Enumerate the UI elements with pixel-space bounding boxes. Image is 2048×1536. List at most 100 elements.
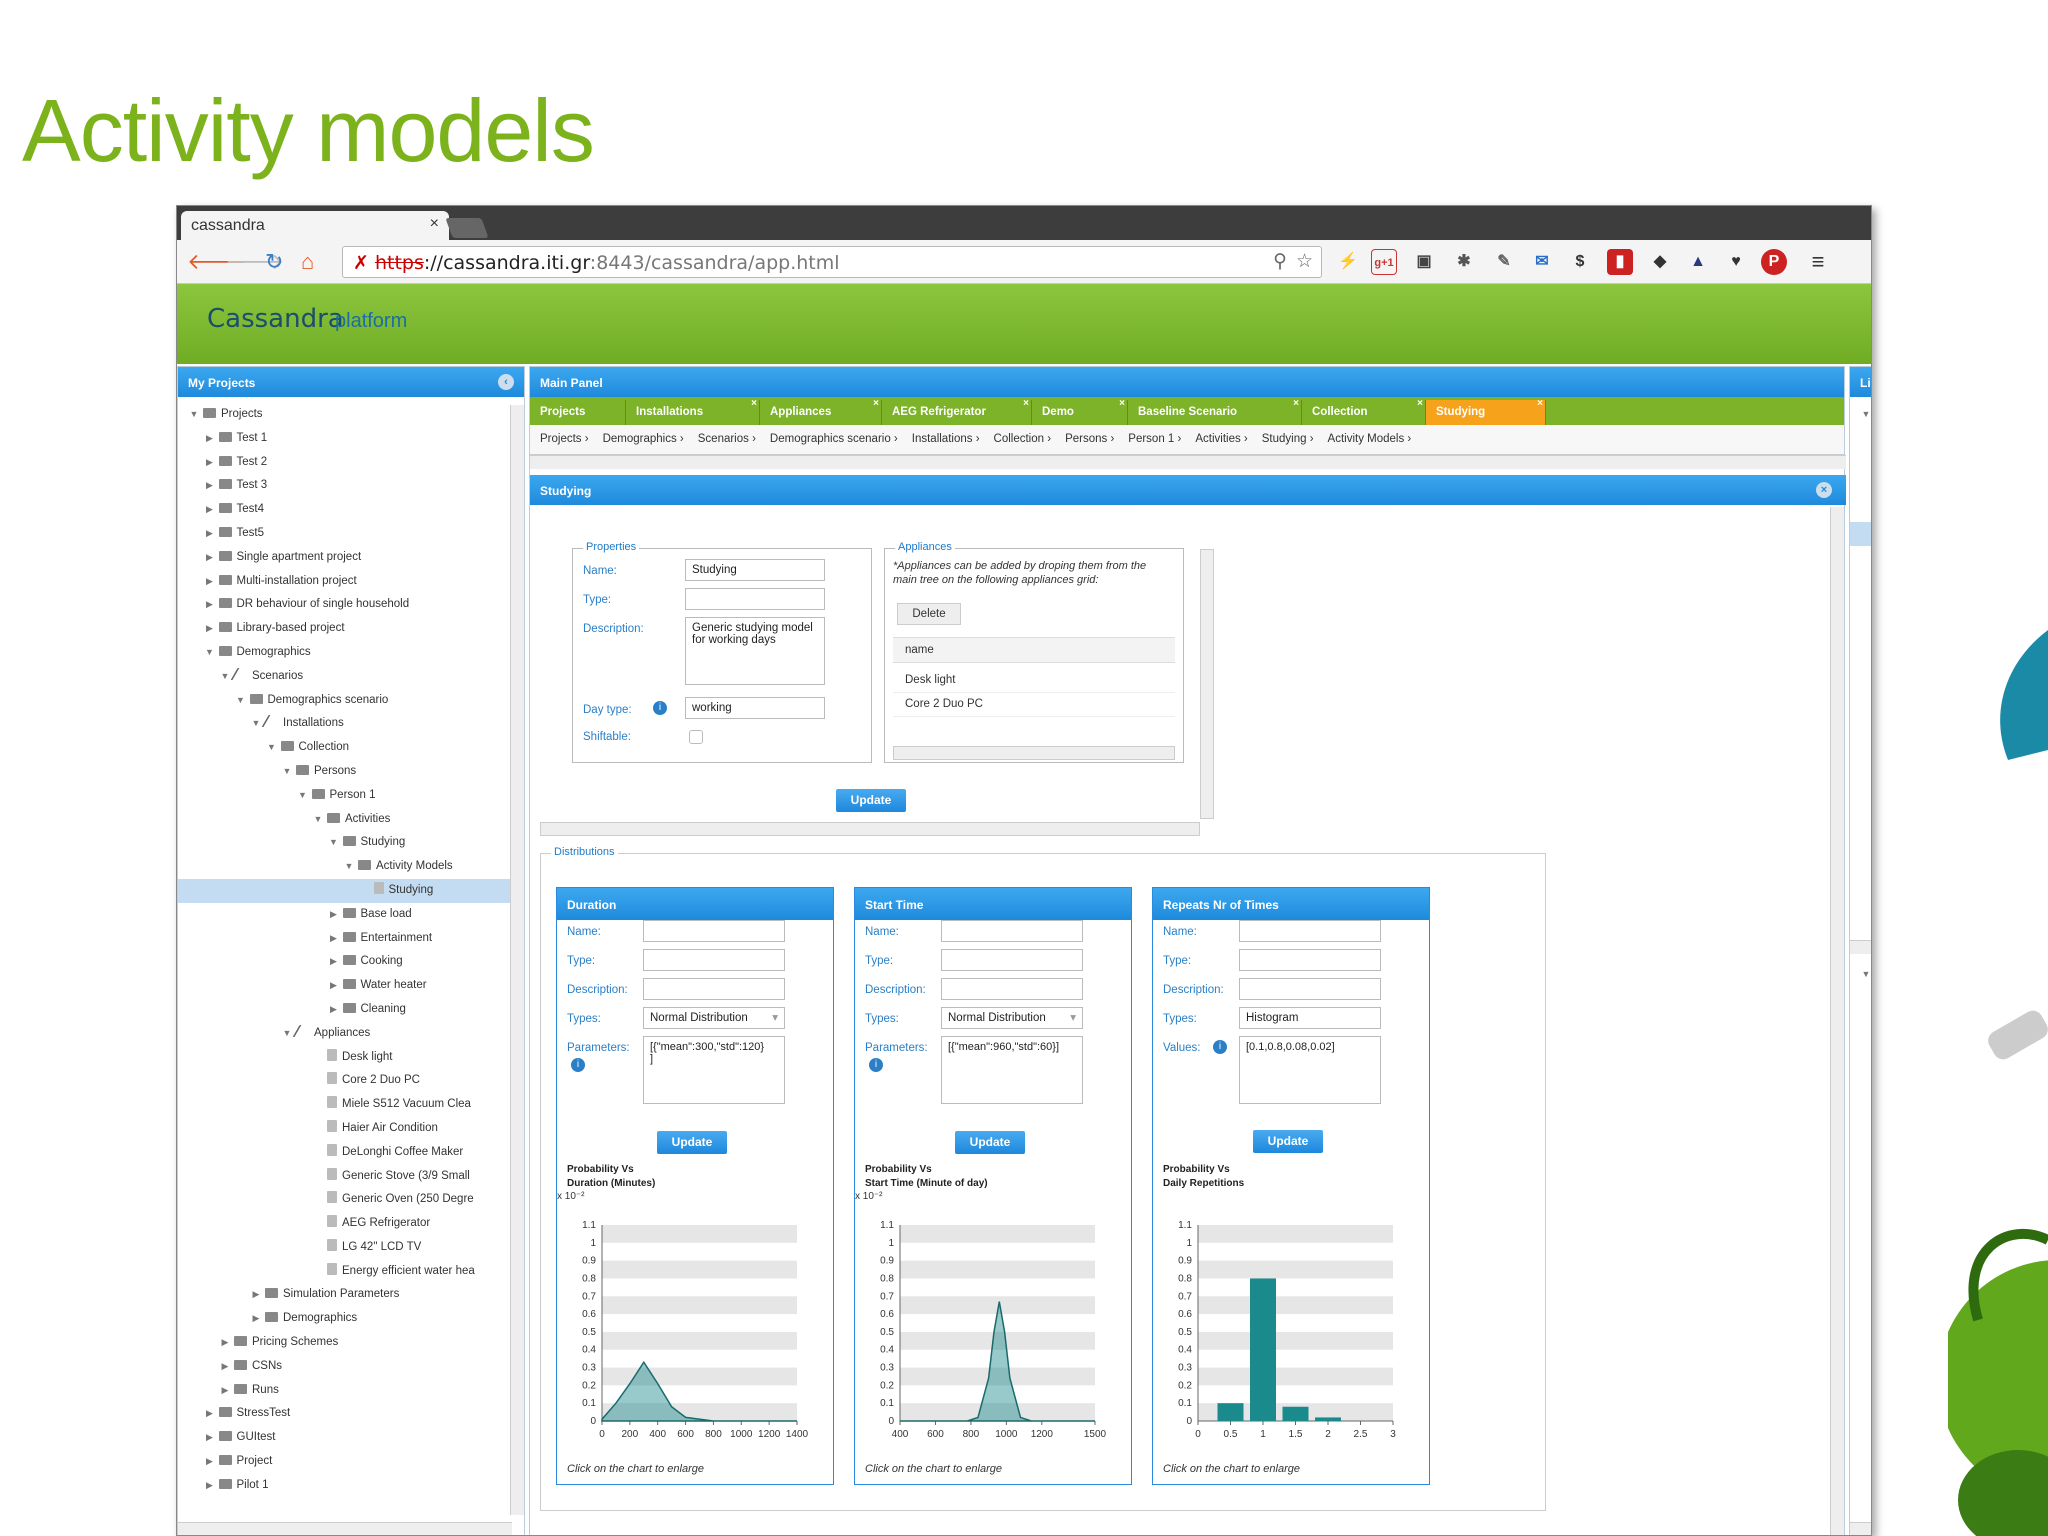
update-button[interactable]: Update <box>955 1131 1025 1154</box>
tree-item[interactable]: ▼ Installations <box>178 712 524 736</box>
collapse-arrow-icon[interactable]: ▼ <box>343 855 355 879</box>
horizontal-scrollbar[interactable] <box>1850 1522 1871 1535</box>
tree-item[interactable]: ▶ Test 1 <box>178 427 524 451</box>
expand-arrow-icon[interactable]: ▶ <box>204 546 216 570</box>
expand-arrow-icon[interactable]: ▶ <box>204 1426 216 1450</box>
main-tab[interactable]: AEG Refrigerator × <box>882 398 1032 425</box>
expand-arrow-icon[interactable]: ▶ <box>204 474 216 498</box>
tree-item[interactable]: ▶ Library-based project <box>178 617 524 641</box>
new-tab-button[interactable] <box>445 218 489 238</box>
horizontal-scrollbar[interactable] <box>178 1522 512 1535</box>
tree-item[interactable]: ▶ StressTest <box>178 1402 524 1426</box>
close-tab-icon[interactable]: × <box>430 215 439 233</box>
close-tab-icon[interactable]: × <box>1537 398 1543 409</box>
types-select[interactable]: Histogram <box>1239 1007 1381 1029</box>
expand-arrow-icon[interactable]: ▶ <box>204 427 216 451</box>
tree-item[interactable]: ▶TestLibraryInstallatio <box>1850 641 1871 665</box>
tree-item[interactable]: ▶Appliances <box>1850 760 1871 784</box>
expand-arrow-icon[interactable]: ▶ <box>219 1331 231 1355</box>
tree-item[interactable]: Generic LCD TV <box>1850 1463 1871 1487</box>
main-tab[interactable]: Appliances × <box>760 398 882 425</box>
breadcrumb-item[interactable]: Projects › <box>540 433 589 445</box>
collapse-arrow-icon[interactable]: ▼ <box>328 831 340 855</box>
collapse-arrow-icon[interactable]: ▼ <box>1860 403 1871 427</box>
tree-item[interactable]: ▶Apartment 1 <box>1850 474 1871 498</box>
tree-item[interactable]: Philips CRT TV <box>1850 1320 1871 1344</box>
google-plus-icon[interactable]: g+1 <box>1371 249 1397 275</box>
collapse-arrow-icon[interactable]: ▼ <box>281 760 293 784</box>
tree-item[interactable]: ▶ Simulation Parameters <box>178 1283 524 1307</box>
tree-item[interactable]: Studying <box>178 878 524 903</box>
expand-arrow-icon[interactable]: ▶ <box>328 927 340 951</box>
main-tab[interactable]: Projects <box>530 400 626 425</box>
bookmark-icon[interactable]: ▮ <box>1607 249 1633 275</box>
shiftable-checkbox[interactable] <box>689 730 703 744</box>
collapse-arrow-icon[interactable]: ▼ <box>188 403 200 427</box>
collapse-arrow-icon[interactable]: ▼ <box>297 784 309 808</box>
tree-item[interactable]: ▶Activity Models <box>1850 1034 1871 1058</box>
close-tab-icon[interactable]: × <box>1119 398 1125 409</box>
chart[interactable]: 0 0.1 0.2 0.3 0.4 0.5 0.6 0.7 0.8 0.9 1 1.1 0 0.5 1 1.5… <box>1153 1203 1423 1453</box>
tree-item[interactable]: ▶ Runs <box>178 1379 524 1403</box>
browser-tab[interactable]: cassandra × <box>181 211 449 240</box>
expand-arrow-icon[interactable]: ▶ <box>250 1283 262 1307</box>
tree-item[interactable]: DeLonghi Coffee Maker <box>178 1141 524 1165</box>
tree-item[interactable]: ▶ CSNs <box>178 1355 524 1379</box>
tree-item[interactable]: ▶ Cleaning <box>178 998 524 1022</box>
tree-item[interactable]: Desk light <box>178 1046 524 1070</box>
close-tab-icon[interactable]: × <box>1023 398 1029 409</box>
collapse-arrow-icon[interactable]: ▼ <box>312 808 324 832</box>
tree-item[interactable]: Yamaha Home C <box>1850 1082 1871 1106</box>
tree-item[interactable]: ▶Copy of TestInstalla <box>1850 593 1871 617</box>
address-bar[interactable]: ✗ https://cassandra.iti.gr:8443/cassandr… <box>342 246 1322 278</box>
name-field[interactable] <box>1239 920 1381 942</box>
types-select[interactable]: Normal Distribution ▾ <box>941 1007 1083 1029</box>
type-field[interactable] <box>941 949 1083 971</box>
tree-item[interactable]: Core 2 Duo PC <box>178 1069 524 1093</box>
name-field[interactable] <box>643 920 785 942</box>
tree-item[interactable]: ▶ Multi-installation project <box>178 570 524 594</box>
tree-item[interactable]: ▶ Water heater <box>178 974 524 998</box>
main-tab[interactable]: Installations × <box>626 398 760 425</box>
expand-arrow-icon[interactable]: ▶ <box>328 974 340 998</box>
tree-item[interactable]: ▶Persons <box>1850 1011 1871 1035</box>
reload-icon[interactable]: ↻ <box>265 250 283 274</box>
dollar-icon[interactable]: $ <box>1567 249 1593 275</box>
home-icon[interactable]: ⌂ <box>301 250 314 274</box>
tree-item[interactable]: ▼Appliances <box>1850 1058 1871 1082</box>
tree-item[interactable]: ▶ Pilot 1 <box>178 1474 524 1498</box>
breadcrumb-item[interactable]: Scenarios › <box>698 433 756 445</box>
tree-item[interactable]: Fujitsu Lifebook <box>1850 1201 1871 1225</box>
tree-item[interactable]: ▶HouseholdDemo1Re <box>1850 570 1871 594</box>
expand-arrow-icon[interactable]: ▶ <box>219 1379 231 1403</box>
expand-arrow-icon[interactable]: ▶ <box>204 522 216 546</box>
tree-item[interactable]: ▶HouseholdDemo1 B <box>1850 665 1871 689</box>
image-icon[interactable]: ▲ <box>1685 249 1711 275</box>
vertical-scrollbar[interactable] <box>510 405 524 1515</box>
close-tab-icon[interactable]: × <box>873 398 879 409</box>
desc-field[interactable] <box>1239 978 1381 1000</box>
tree-item[interactable]: Energy efficient water hea <box>178 1260 524 1284</box>
breadcrumb-item[interactable]: Demographics scenario › <box>770 433 898 445</box>
collapse-arrow-icon[interactable]: ▼ <box>250 712 262 736</box>
tree-item[interactable]: ▶Apartment 3 <box>1850 521 1871 546</box>
tree-item[interactable]: ▶ Demographics <box>178 1307 524 1331</box>
info-icon[interactable]: i <box>869 1058 883 1072</box>
tree-item[interactable]: ▶ DR behaviour of single household <box>178 593 524 617</box>
tree-item[interactable]: ▶ Test 2 <box>178 451 524 475</box>
breadcrumb-item[interactable]: Demographics › <box>603 433 684 445</box>
tree-item[interactable]: ▶ Test4 <box>178 498 524 522</box>
tree-item[interactable]: ▼ Studying <box>178 831 524 855</box>
main-tab[interactable]: Collection × <box>1302 398 1426 425</box>
bookmark-star-icon[interactable]: ☆ <box>1296 250 1313 272</box>
expand-arrow-icon[interactable]: ▶ <box>204 1450 216 1474</box>
tree-item[interactable]: ▶Apartment 2 <box>1850 498 1871 522</box>
delete-button[interactable]: Delete <box>897 603 961 625</box>
tree-item[interactable]: LG 42" LCD TV <box>1850 1391 1871 1415</box>
form-hscrollbar[interactable] <box>540 822 1200 836</box>
tree-item[interactable]: Generic Vacuum <box>1850 1225 1871 1249</box>
tree-item[interactable]: ▼ Scenarios <box>178 665 524 689</box>
type-field[interactable] <box>685 588 825 610</box>
horizontal-scrollbar[interactable] <box>1850 940 1871 954</box>
collapse-arrow-icon[interactable]: ▼ <box>1860 963 1871 987</box>
